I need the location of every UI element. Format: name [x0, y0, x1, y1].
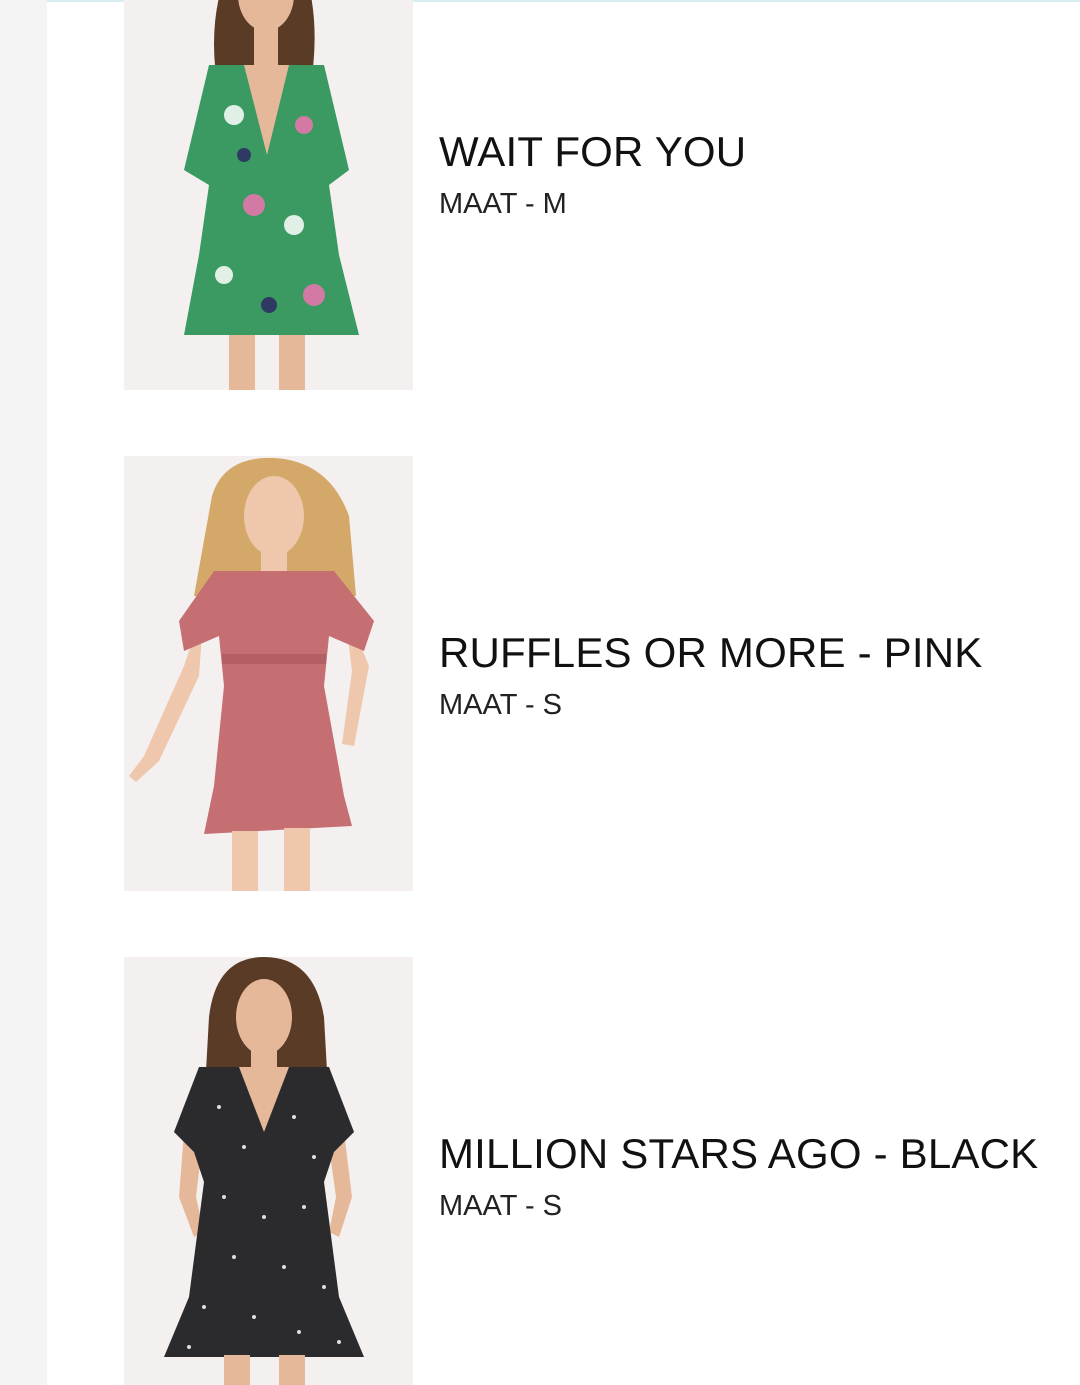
product-title: MILLION STARS AGO - BLACK — [439, 1130, 1039, 1177]
product-item[interactable]: RUFFLES OR MORE - PINK MAAT - S — [124, 456, 1064, 891]
green-floral-dress-image — [124, 0, 413, 390]
product-image[interactable] — [124, 456, 413, 891]
product-image[interactable] — [124, 957, 413, 1385]
product-image[interactable] — [124, 0, 413, 390]
product-size: MAAT - S — [439, 1190, 562, 1222]
product-item[interactable]: MILLION STARS AGO - BLACK MAAT - S — [124, 957, 1064, 1385]
product-size: MAAT - M — [439, 188, 567, 220]
product-item[interactable]: WAIT FOR YOU MAAT - M — [124, 0, 1064, 390]
black-polka-dot-dress-image — [124, 957, 413, 1385]
left-rail — [0, 0, 47, 1385]
product-size: MAAT - S — [439, 689, 562, 721]
product-title: RUFFLES OR MORE - PINK — [439, 629, 983, 676]
product-title: WAIT FOR YOU — [439, 128, 747, 175]
product-list: WAIT FOR YOU MAAT - M RUFFLES OR MORE - … — [47, 0, 1080, 1385]
pink-ruffle-dress-image — [124, 456, 413, 891]
